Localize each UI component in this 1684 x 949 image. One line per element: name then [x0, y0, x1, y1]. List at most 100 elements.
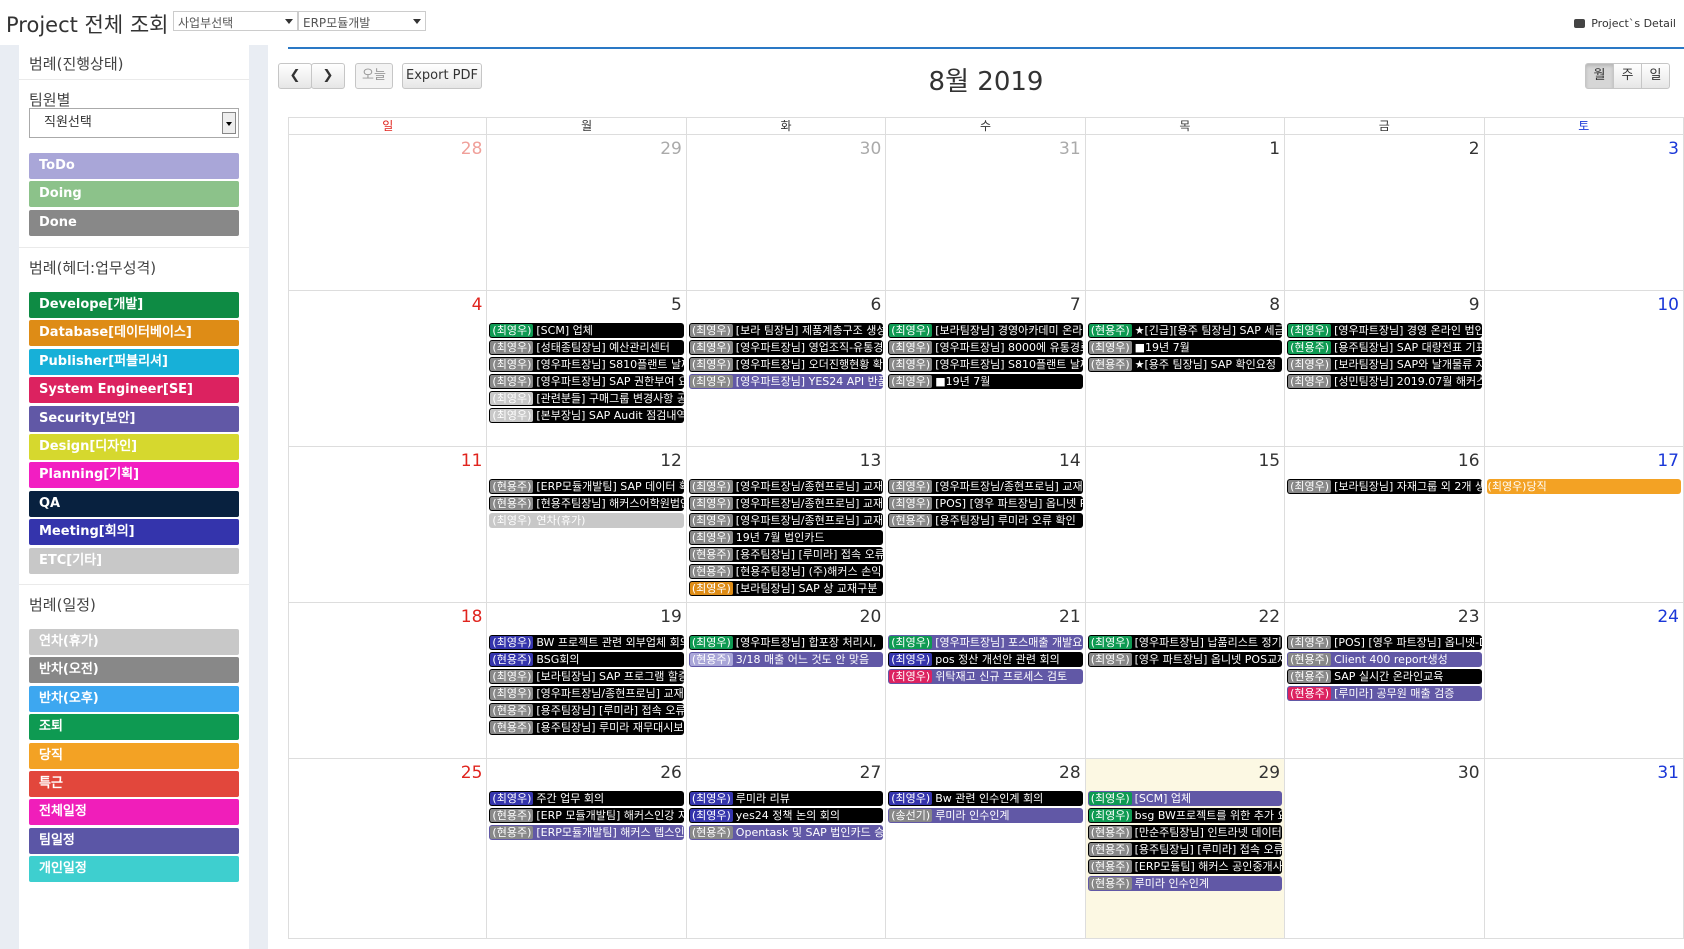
- calendar-event[interactable]: (최영우) [POS] [영우 파트장님] 옵니넷-D: [1287, 635, 1482, 650]
- schedule-legend-item[interactable]: 전체일정: [29, 799, 239, 826]
- day-cell[interactable]: 24: [1484, 603, 1684, 759]
- calendar-event[interactable]: (현용주) 3/18 매출 어느 것도 안 맞음: [688, 652, 884, 667]
- schedule-legend-item[interactable]: 팀일정: [29, 827, 239, 854]
- calendar-event[interactable]: (현용주) ★[긴급][용주 팀장님] SAP 세금: [1087, 323, 1283, 338]
- calendar-event[interactable]: (최영우) [보라팀장님] SAP와 날개물류 자료: [1287, 357, 1482, 372]
- calendar-event[interactable]: (최영우) [영우파트장님] YES24 API 반품: [688, 374, 884, 389]
- day-cell[interactable]: 29: [487, 135, 687, 291]
- day-cell[interactable]: 4: [288, 291, 488, 447]
- day-cell[interactable]: 18: [288, 603, 488, 759]
- calendar-event[interactable]: (최영우) [본부장님] SAP Audit 점검내역: [489, 408, 684, 423]
- day-cell[interactable]: 21 (최영우) [영우파트장님] 포스매출 개발요청 (최영우) pos 정산 개선안…: [886, 603, 1086, 759]
- month-view-button[interactable]: 월: [1585, 63, 1614, 89]
- calendar-event[interactable]: (최영우) yes24 정책 논의 회의: [688, 808, 884, 823]
- type-legend-item[interactable]: System Engineer[SE]: [29, 377, 239, 404]
- day-cell[interactable]: 10: [1484, 291, 1684, 447]
- day-cell[interactable]: 22 (최영우) [영우파트장님] 납품리스트 정기 (최영우) [영우 파트장님] 옵…: [1085, 603, 1286, 759]
- schedule-legend-item[interactable]: 개인일정: [29, 856, 239, 883]
- project-detail-link[interactable]: Project`s Detail: [1574, 17, 1676, 30]
- calendar-event[interactable]: (최영우)당직: [1486, 479, 1681, 494]
- day-cell[interactable]: 2: [1285, 135, 1485, 291]
- calendar-event[interactable]: (현용주) Opentask 및 SAP 법인카드 승인: [688, 825, 884, 840]
- calendar-event[interactable]: (최영우) [영우파트장님/종현프로님] 교재: [688, 513, 884, 528]
- calendar-event[interactable]: (최영우) [영우파트장님/종현프로님] 교재: [688, 496, 884, 511]
- day-cell[interactable]: 13 (최영우) [영우파트장님/종현프로님] 교재 (최영우) [영우파트장님/종현프…: [686, 447, 887, 603]
- calendar-event[interactable]: (현용주) [용주팀장님] 루미라 재무대시보드: [489, 720, 684, 735]
- day-cell[interactable]: 30: [686, 135, 887, 291]
- calendar-event[interactable]: (최영우)[POS] [영우 파트장님] 옵니넷 POS: [888, 496, 1083, 511]
- calendar-event[interactable]: (최영우) [영우파트장님] SAP 권한부여 요청: [489, 374, 684, 389]
- calendar-event[interactable]: (최영우) [영우파트장님/종현프로님] 교재: [888, 479, 1083, 494]
- calendar-event[interactable]: (최영우) [영우파트장님] 납품리스트 정기: [1087, 635, 1283, 650]
- day-cell[interactable]: 23 (최영우) [POS] [영우 파트장님] 옵니넷-D (현용주) Client …: [1285, 603, 1485, 759]
- calendar-event[interactable]: (최영우) [성민팀장님] 2019.07월 해커스: [1287, 374, 1482, 389]
- day-cell[interactable]: 30: [1285, 759, 1485, 939]
- schedule-legend-item[interactable]: 반차(오후): [29, 685, 239, 712]
- day-cell[interactable]: 8 (현용주) ★[긴급][용주 팀장님] SAP 세금 (최영우) ■19년 7월 (현…: [1085, 291, 1286, 447]
- calendar-event[interactable]: (현용주) Client 400 report생성: [1287, 652, 1482, 667]
- day-cell[interactable]: 16 (최영우) [보라팀장님] 자재그룹 외 2개 생성: [1285, 447, 1485, 603]
- calendar-event[interactable]: (현용주) [ERP모듈개발팀] 해커스 텝스인강: [489, 825, 684, 840]
- day-cell[interactable]: 9 (최영우) [영우파트장님] 경영 온라인 법인 (현용주) [용주팀장님] SAP…: [1285, 291, 1485, 447]
- calendar-event[interactable]: (최영우) [영우파트장님] 합포장 처리시,: [688, 635, 884, 650]
- type-legend-item[interactable]: Security[보안]: [29, 405, 239, 432]
- calendar-event[interactable]: (최영우) [영우파트장님] 오더진행현황 확인: [688, 357, 884, 372]
- calendar-event[interactable]: (최영우) [성태종팀장님] 예산관리센터: [489, 340, 684, 355]
- type-legend-item[interactable]: QA: [29, 490, 239, 517]
- schedule-legend-item[interactable]: 특근: [29, 771, 239, 797]
- calendar-event[interactable]: (최영우) [보라팀장님] 자재그룹 외 2개 생성: [1287, 479, 1482, 494]
- calendar-event[interactable]: (최영우) [영우파트장님] 영업조직-유통경로: [688, 340, 884, 355]
- status-legend-item[interactable]: ToDo: [29, 153, 239, 179]
- calendar-event[interactable]: (최영우) 연차(휴가): [489, 513, 684, 528]
- day-cell[interactable]: 7 (최영우) [보라팀장님] 경영아카데미 온라인 (최영우) [영우파트장님] 80…: [886, 291, 1086, 447]
- division-select[interactable]: 사업부선택: [173, 11, 298, 31]
- calendar-event[interactable]: (최영우) [영우파트장님] S810플랜트 날짜: [888, 357, 1083, 372]
- calendar-event[interactable]: (최영우) [영우파트장님] 경영 온라인 법인: [1287, 323, 1482, 338]
- calendar-event[interactable]: (최영우) ■19년 7월: [1087, 340, 1283, 355]
- day-cell[interactable]: 29 (최영우) [SCM] 업체 (최영우) bsg BW프로젝트를 위한 추가 요청…: [1085, 759, 1286, 939]
- calendar-event[interactable]: (최영우) [영우파트장님/종현프로님] 교재: [489, 686, 684, 701]
- calendar-event[interactable]: (최영우) [보라팀장님] 경영아카데미 온라인: [888, 323, 1083, 338]
- calendar-event[interactable]: (현용주) [용주팀장님] 루미라 오류 확인: [888, 513, 1083, 528]
- day-cell[interactable]: 27 (최영우) 루미라 리뷰 (최영우) yes24 정책 논의 회의 (현용주) Ope…: [686, 759, 887, 939]
- calendar-event[interactable]: (최영우) 루미라 리뷰: [688, 791, 884, 806]
- day-cell[interactable]: 3: [1484, 135, 1684, 291]
- day-cell[interactable]: 12(현용주)[ERP모듈개발팀] SAP 데이터 확인 요청 드립니다.(현용…: [487, 447, 687, 603]
- calendar-event[interactable]: (최영우) [영우 파트장님] 옵니넷 POS교재: [1087, 652, 1283, 667]
- calendar-event[interactable]: (현용주) 루미라 인수인계: [1087, 876, 1283, 891]
- type-legend-item[interactable]: Meeting[회의]: [29, 519, 239, 546]
- day-cell[interactable]: 28 (최영우) Bw 관련 인수인계 회의 (송선기) 루미라 인수인계: [886, 759, 1086, 939]
- calendar-event[interactable]: (송선기) 루미라 인수인계: [888, 808, 1083, 823]
- calendar-event[interactable]: (현용주)[만순주팀장님] 인트라넷 데이터 공유: [1087, 825, 1283, 840]
- project-select[interactable]: ERP모듈개발: [298, 11, 426, 31]
- employee-select[interactable]: 직원선택: [29, 108, 239, 138]
- schedule-legend-item[interactable]: 당직: [29, 742, 239, 769]
- calendar-event[interactable]: (최영우) [SCM] 업체: [489, 323, 684, 338]
- calendar-event[interactable]: (현용주) SAP 실시간 온라인교육: [1287, 669, 1482, 684]
- day-cell[interactable]: 31: [1484, 759, 1684, 939]
- day-cell[interactable]: 1: [1085, 135, 1286, 291]
- day-cell[interactable]: 28: [288, 135, 488, 291]
- day-cell[interactable]: 20 (최영우) [영우파트장님] 합포장 처리시, (현용주) 3/18 매출 어느 …: [686, 603, 887, 759]
- chevron-down-icon[interactable]: [222, 112, 236, 134]
- calendar-event[interactable]: (최영우) [영우파트장님/종현프로님] 교재: [688, 479, 884, 494]
- calendar-event[interactable]: (최영우) [보라팀장님] SAP 프로그램 할증: [489, 669, 684, 684]
- day-cell[interactable]: 5 (최영우) [SCM] 업체 (최영우) [성태종팀장님] 예산관리센터 (최영우)[…: [487, 291, 687, 447]
- day-cell[interactable]: 25: [288, 759, 488, 939]
- schedule-legend-item[interactable]: 연차(휴가): [29, 629, 239, 655]
- calendar-event[interactable]: (현용주) [ERP 모듈개발팀] 해커스인강 지원: [489, 808, 684, 823]
- calendar-event[interactable]: (현용주) [현용주팀장님] 해커스어학원법인: [489, 496, 684, 511]
- calendar-event[interactable]: (현용주) [용주팀장님] [루미라] 접속 오류: [489, 703, 684, 718]
- type-legend-item[interactable]: ETC[기타]: [29, 547, 239, 574]
- day-cell[interactable]: 15: [1085, 447, 1286, 603]
- calendar-event[interactable]: (최영우) 19년 7월 법인카드: [688, 530, 884, 545]
- calendar-event[interactable]: (최영우) [영우파트장님] S810플랜트 날짜: [489, 357, 684, 372]
- calendar-event[interactable]: (현용주) [용주팀장님] [루미라] 접속 오류: [1087, 842, 1283, 857]
- type-legend-item[interactable]: Design[디자인]: [29, 434, 239, 460]
- schedule-legend-item[interactable]: 조퇴: [29, 714, 239, 741]
- calendar-event[interactable]: (현용주) BSG회의: [489, 652, 684, 667]
- calendar-event[interactable]: (현용주) [ERP모듈팀] 해커스 공인중개사: [1087, 859, 1283, 874]
- day-cell[interactable]: 26 (최영우) 주간 업무 회의 (현용주) [ERP 모듈개발팀] 해커스인강 지원…: [487, 759, 687, 939]
- type-legend-item[interactable]: Publisher[퍼블리셔]: [29, 348, 239, 375]
- day-cell[interactable]: 6 (최영우) [보라 팀장님] 제품계층구조 생성 (최영우) [영우파트장님] 영업…: [686, 291, 887, 447]
